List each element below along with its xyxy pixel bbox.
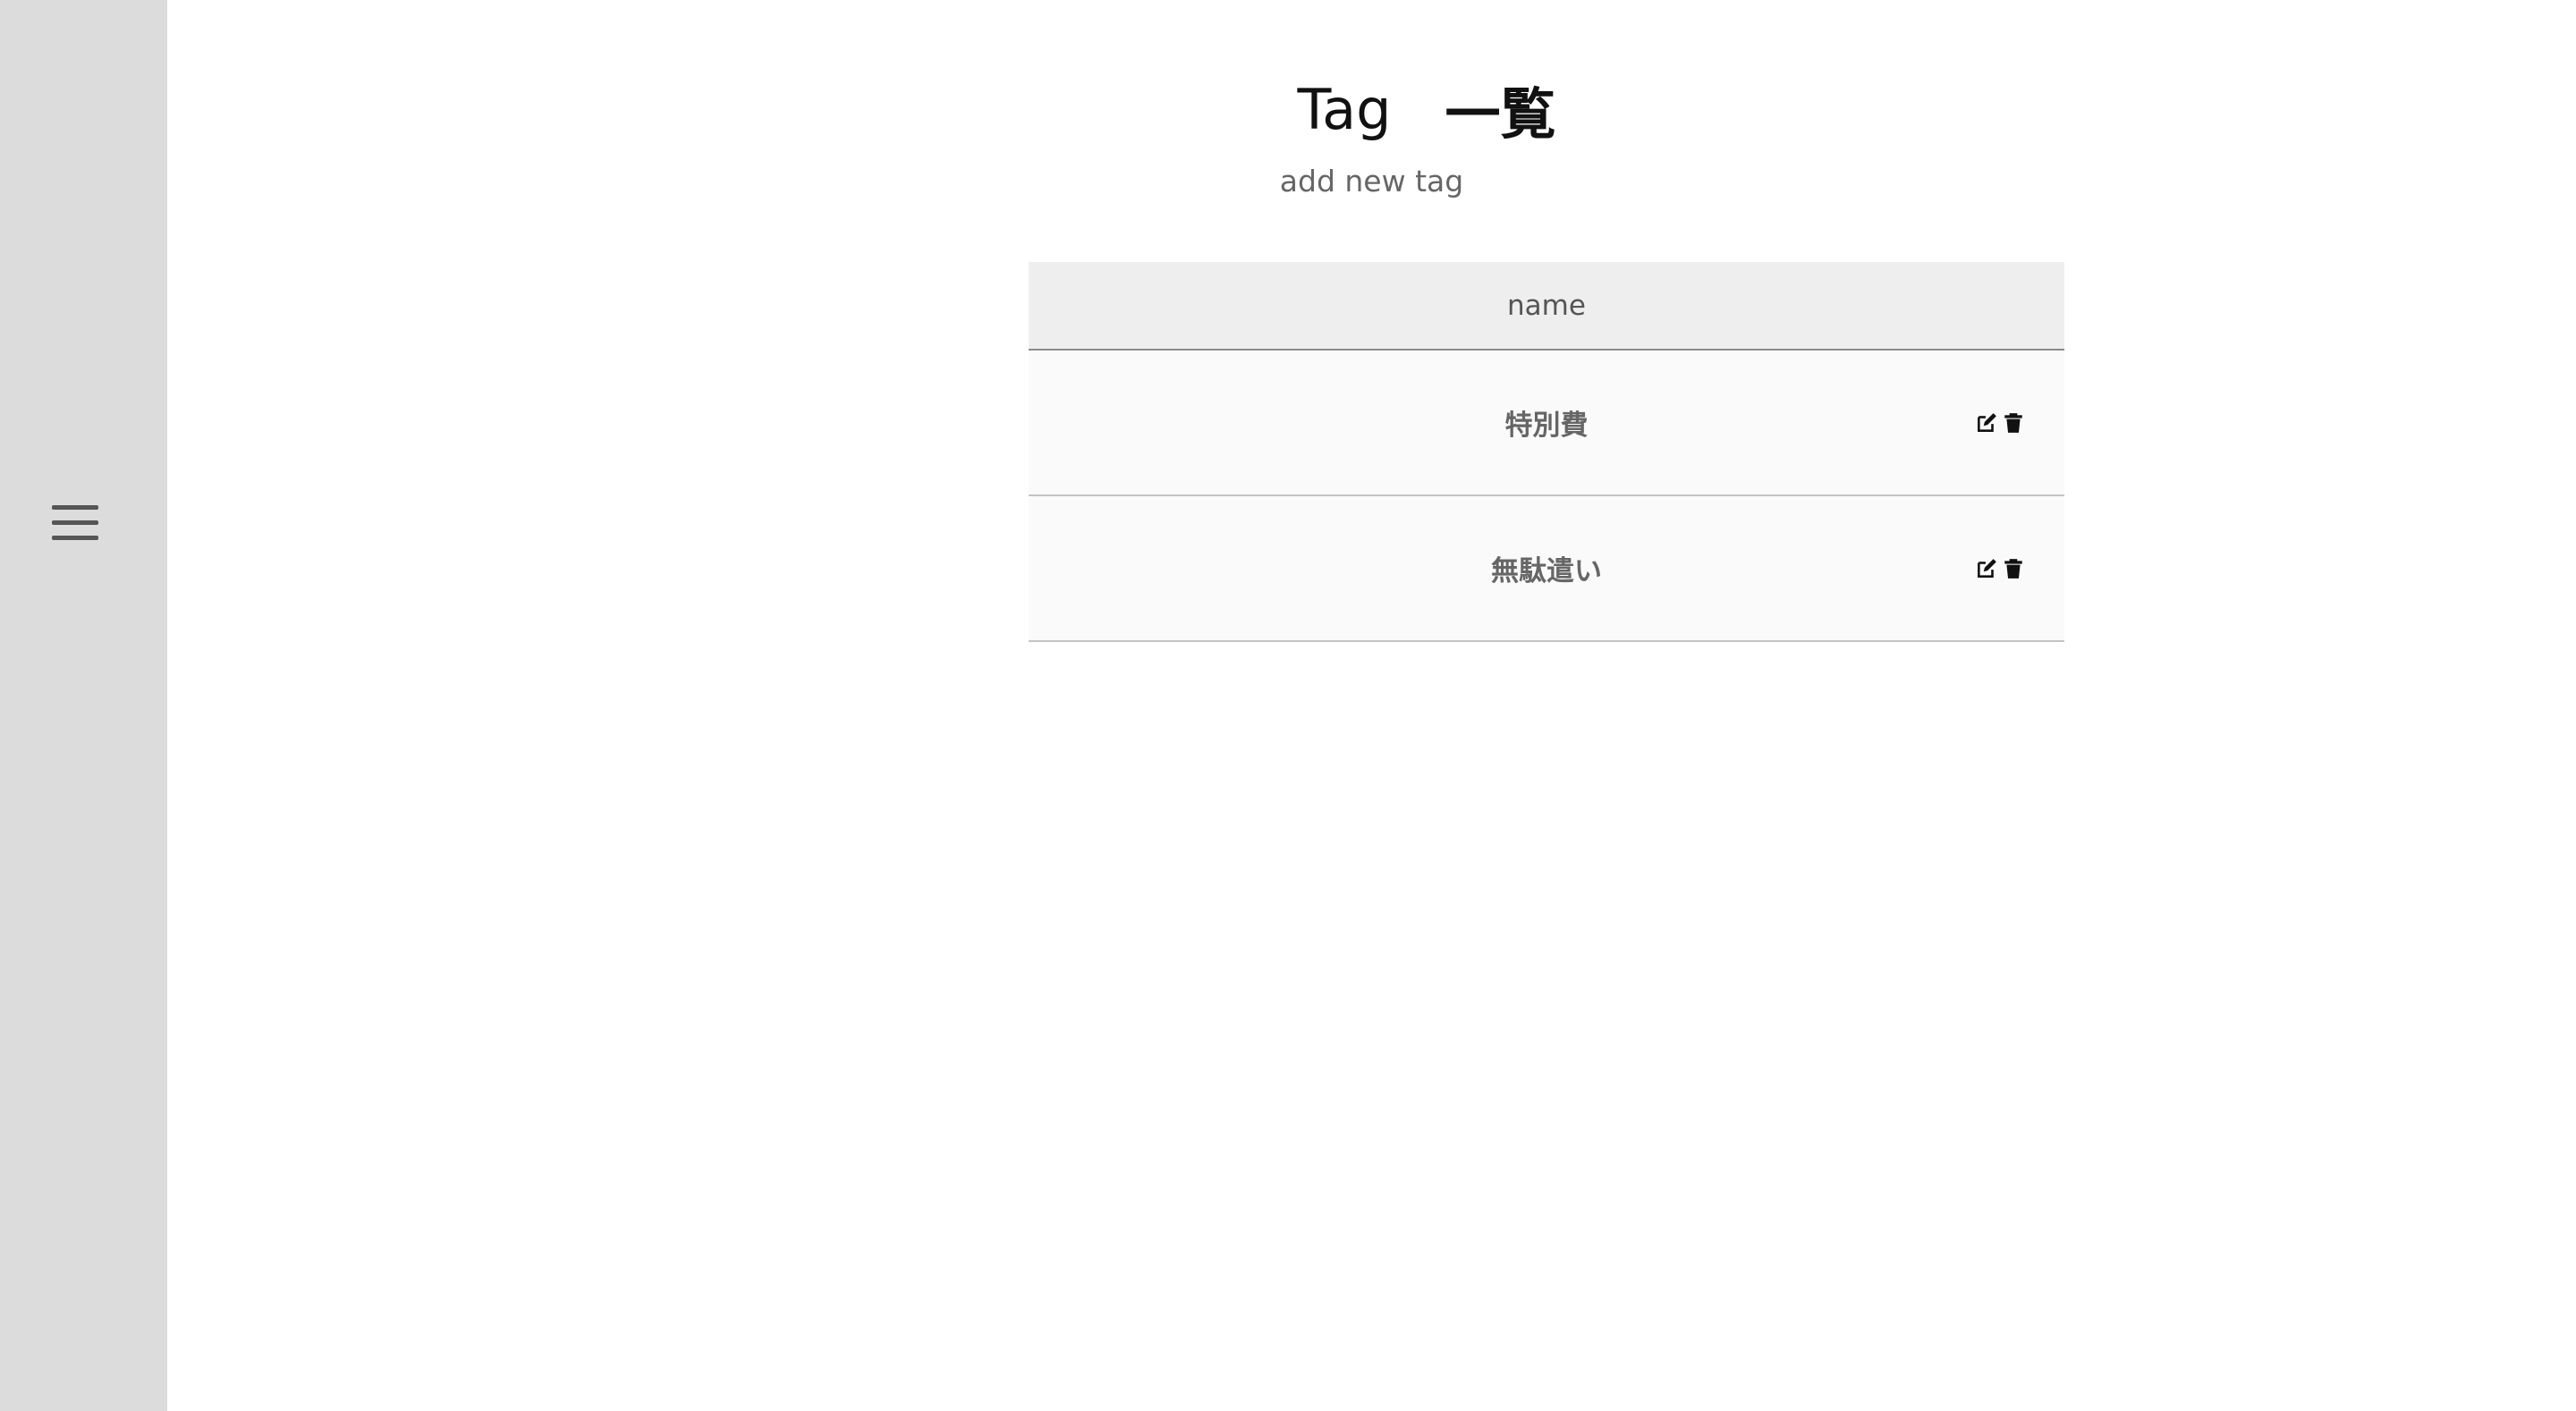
trash-icon[interactable] bbox=[2002, 411, 2025, 435]
row-actions bbox=[1975, 557, 2025, 580]
tag-name-cell: 無駄遣い bbox=[1491, 555, 1602, 587]
page-title-en: Tag bbox=[1297, 76, 1392, 142]
add-new-tag-link[interactable]: add new tag bbox=[167, 164, 2576, 199]
trash-icon[interactable] bbox=[2002, 557, 2025, 580]
table-header-name: name bbox=[1029, 262, 2064, 351]
edit-icon[interactable] bbox=[1975, 411, 1998, 435]
main-content: Tag 一覧 add new tag name 特別費 無駄遣い bbox=[167, 0, 2576, 1411]
table-row: 無駄遣い bbox=[1029, 496, 2064, 642]
tag-table: name 特別費 無駄遣い bbox=[1029, 262, 2064, 642]
page-title: Tag 一覧 bbox=[167, 73, 2576, 148]
edit-icon[interactable] bbox=[1975, 557, 1998, 580]
sidebar bbox=[0, 0, 167, 1411]
tag-name-cell: 特別費 bbox=[1504, 410, 1589, 442]
hamburger-menu-icon[interactable] bbox=[52, 505, 98, 541]
page-title-jp: 一覧 bbox=[1445, 81, 1556, 147]
row-actions bbox=[1975, 411, 2025, 435]
table-row: 特別費 bbox=[1029, 351, 2064, 496]
